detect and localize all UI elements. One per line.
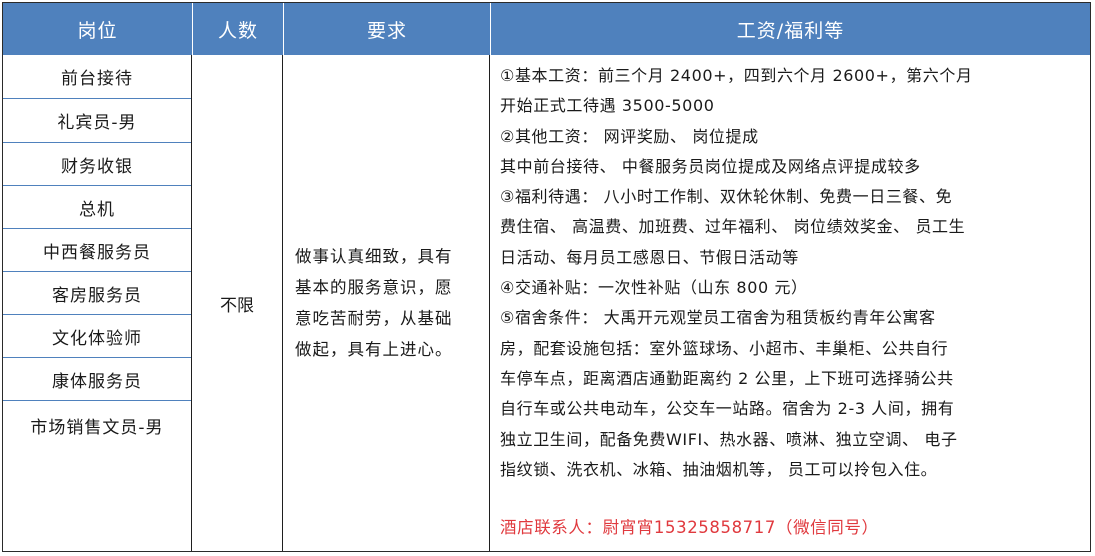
table-header: 岗位 人数 要求 工资/福利等 [3,3,1090,55]
requirements-cell: 做事认真细致，具有 基本的服务意识，愿 意吃苦耐劳，从基础 做起，具有上进心。 [283,55,489,551]
salary-line: ⑤宿舍条件： 大禹开元观堂员工宿舍为租赁板约青年公寓客 [500,308,936,328]
requirements-text: 做事认真细致，具有 基本的服务意识，愿 意吃苦耐劳，从基础 做起，具有上进心。 [283,241,459,365]
salary-line: ③福利待遇： 八小时工作制、双休轮休制、免费一日三餐、免 [500,187,953,207]
headcount-cell: 不限 [220,295,254,316]
hotel-contact: 酒店联系人：尉宵宵15325858717（微信同号） [500,518,879,537]
salary-line: 开始正式工待遇 3500-5000 [500,96,715,116]
salary-line: 自行车或公共电动车，公交车一站路。宿舍为 2-3 人间，拥有 [500,399,955,419]
salary-line: 房，配套设施包括：室外篮球场、小超市、丰巢柜、公共自行 [500,338,949,358]
header-requirements: 要求 [366,19,407,42]
position-item: 客房服务员 [52,285,142,306]
salary-line: 车停车点，距离酒店通勤距离约 2 公里，上下班可选择骑公共 [500,368,954,388]
salary-line: ①基本工资：前三个月 2400+，四到六个月 2600+，第六个月 [500,66,973,85]
salary-line: 独立卫生间，配备免费WIFI、热水器、喷淋、独立空调、 电子 [500,429,958,449]
header-salary: 工资/福利等 [736,19,845,42]
header-position: 岗位 [77,19,118,42]
position-item: 前台接待 [61,69,133,89]
salary-line: 指纹锁、洗衣机、冰箱、抽油烟机等， 员工可以拎包入住。 [500,459,938,479]
position-item: 财务收银 [61,156,133,177]
position-item: 康体服务员 [52,371,142,392]
salary-line: ②其他工资： 网评奖励、 岗位提成 [500,126,759,146]
salary-line: 费住宿、 高温费、加班费、过年福利、 岗位绩效奖金、 员工生 [500,217,966,237]
requirements-line: 做起，具有上进心。 [295,340,453,359]
position-item: 总机 [79,199,115,220]
position-item: 礼宾员-男 [57,113,137,133]
position-item: 市场销售文员-男 [30,417,164,438]
position-item: 文化体验师 [52,328,142,349]
header-count: 人数 [217,19,258,42]
position-item: 中西餐服务员 [43,242,151,263]
requirements-line: 基本的服务意识，愿 [295,278,453,297]
salary-line: ④交通补贴：一次性补贴（山东 800 元） [500,278,808,298]
salary-line: 其中前台接待、 中餐服务员岗位提成及网络点评提成较多 [500,156,921,176]
requirements-line: 做事认真细致，具有 [295,247,453,266]
requirements-line: 意吃苦耐劳，从基础 [295,309,453,328]
salary-benefits-cell: ①基本工资：前三个月 2400+，四到六个月 2600+，第六个月 开始正式工待… [490,55,1090,551]
recruitment-table: 岗位 人数 要求 工资/福利等 前台接待 礼宾员-男 财务收银 总机 中西餐服务… [2,2,1091,552]
salary-line: 日活动、每月员工感恩日、节假日活动等 [500,247,799,267]
